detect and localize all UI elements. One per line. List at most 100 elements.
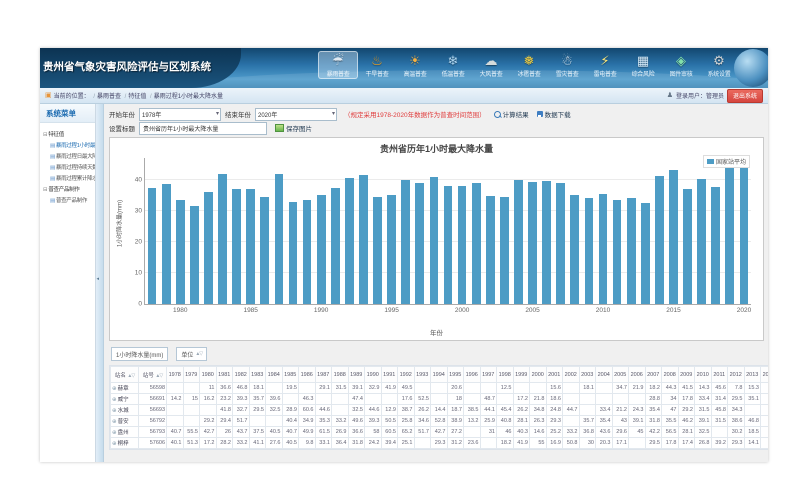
logout-button[interactable]: 退出系统 bbox=[727, 89, 763, 103]
chart-title-input[interactable]: 贵州省历年1小时最大降水量 bbox=[139, 122, 267, 135]
sort-arrows-icon[interactable]: ▲▽ bbox=[155, 373, 162, 379]
year-column-header[interactable]: 1978 bbox=[167, 367, 184, 383]
toolbar-item-composite-risk[interactable]: ▦综合风险 bbox=[624, 51, 662, 79]
sidebar-collapse-handle[interactable]: ◂ bbox=[96, 104, 104, 462]
year-column-header[interactable]: 2013 bbox=[744, 367, 761, 383]
toolbar-item-map-review[interactable]: ◈图件审核 bbox=[662, 51, 700, 79]
save-image-button[interactable]: 保存图片 bbox=[275, 123, 312, 133]
breadcrumb-crumb[interactable]: 暴雨过程1小时最大降水量 bbox=[154, 94, 223, 100]
download-data-button[interactable]: 数据下载 bbox=[537, 109, 571, 119]
year-column-header[interactable]: 2004 bbox=[596, 367, 613, 383]
year-column-header[interactable]: 1983 bbox=[249, 367, 266, 383]
year-column-header[interactable]: 1982 bbox=[233, 367, 250, 383]
bar-1998 bbox=[430, 177, 439, 304]
year-column-header[interactable]: 2003 bbox=[579, 367, 596, 383]
toolbar-item-hail[interactable]: ❅冰雹普查 bbox=[510, 51, 548, 79]
year-column-header[interactable]: 2006 bbox=[629, 367, 646, 383]
toolbar-item-low-temp[interactable]: ❄低温普查 bbox=[434, 51, 472, 79]
row-expand-icon[interactable]: ⊕ bbox=[112, 430, 117, 436]
row-expand-icon[interactable]: ⊕ bbox=[112, 408, 117, 414]
value-cell bbox=[183, 416, 200, 427]
sidebar-item[interactable]: ▤暴雨过程持续天数 bbox=[43, 163, 95, 171]
sidebar-item[interactable]: ▤普查产品制作 bbox=[43, 196, 95, 204]
unit-filter[interactable]: 单位▲▽ bbox=[176, 347, 207, 361]
tree-group-label: 特征值 bbox=[48, 132, 64, 138]
toolbar-item-label: 低温普查 bbox=[442, 69, 465, 78]
year-column-header[interactable]: 1992 bbox=[398, 367, 415, 383]
value-cell: 21.2 bbox=[612, 405, 629, 416]
year-column-header[interactable]: 2002 bbox=[563, 367, 580, 383]
disk-icon bbox=[537, 111, 543, 117]
tree-group[interactable]: ⊟普查产品制作 bbox=[43, 185, 95, 193]
row-expand-icon[interactable]: ⊕ bbox=[112, 397, 117, 403]
toolbar-item-high-temp[interactable]: ☀高温普查 bbox=[396, 51, 434, 79]
year-column-header[interactable]: 2001 bbox=[546, 367, 563, 383]
year-column-header[interactable]: 1987 bbox=[315, 367, 332, 383]
value-cell: 61.5 bbox=[315, 427, 332, 438]
year-column-header[interactable]: 1995 bbox=[447, 367, 464, 383]
year-column-header[interactable]: 1989 bbox=[348, 367, 365, 383]
toolbar-item-snow[interactable]: ☃雪灾普查 bbox=[548, 51, 586, 79]
year-column-header[interactable]: 1996 bbox=[464, 367, 481, 383]
year-column-header[interactable]: 1999 bbox=[513, 367, 530, 383]
sort-arrows-icon[interactable]: ▲▽ bbox=[127, 373, 134, 379]
year-column-header[interactable]: 1990 bbox=[365, 367, 382, 383]
year-column-header[interactable]: 1985 bbox=[282, 367, 299, 383]
bar-1978 bbox=[148, 188, 157, 304]
map-review-icon: ◈ bbox=[676, 53, 686, 68]
bar-1997 bbox=[415, 183, 424, 304]
year-column-header[interactable]: 1980 bbox=[200, 367, 217, 383]
year-column-header[interactable]: 2005 bbox=[612, 367, 629, 383]
toolbar-item-drought[interactable]: ♨干旱普查 bbox=[358, 51, 396, 79]
row-expand-icon[interactable]: ⊕ bbox=[112, 441, 117, 447]
end-year-select[interactable]: 2020年▾ bbox=[255, 108, 337, 121]
tree-expand-icon[interactable]: ⊟ bbox=[43, 187, 47, 193]
value-cell: 14.3 bbox=[695, 383, 712, 394]
row-expand-icon[interactable]: ⊕ bbox=[112, 386, 117, 392]
year-column-header[interactable]: 2012 bbox=[728, 367, 745, 383]
toolbar-item-settings[interactable]: ⚙系统设置 bbox=[700, 51, 738, 79]
year-column-header[interactable]: 1998 bbox=[497, 367, 514, 383]
x-tick-label: 2020 bbox=[737, 307, 751, 314]
tree-group[interactable]: ⊟特征值 bbox=[43, 130, 95, 138]
toolbar-item-wind[interactable]: ☁大风普查 bbox=[472, 51, 510, 79]
chart-legend[interactable]: 国家站平均 bbox=[703, 155, 750, 168]
bar-1993 bbox=[359, 175, 368, 304]
year-column-header[interactable]: 2008 bbox=[662, 367, 679, 383]
calculate-button[interactable]: 计算结果 bbox=[494, 109, 529, 119]
year-column-header[interactable]: 1988 bbox=[332, 367, 349, 383]
toolbar-item-rainstorm[interactable]: ☔暴雨普查 bbox=[318, 51, 358, 79]
year-column-header[interactable]: 1981 bbox=[216, 367, 233, 383]
year-column-header[interactable]: 1993 bbox=[414, 367, 431, 383]
year-column-header[interactable]: 2010 bbox=[695, 367, 712, 383]
year-column-header[interactable]: 2000 bbox=[530, 367, 547, 383]
value-cell: 17.8 bbox=[662, 438, 679, 449]
year-column-header[interactable]: 1984 bbox=[266, 367, 283, 383]
metric-filter[interactable]: 1小时降水量(mm) bbox=[111, 347, 168, 361]
value-cell: 45.4 bbox=[497, 405, 514, 416]
year-column-header[interactable]: 1986 bbox=[299, 367, 316, 383]
sidebar-item[interactable]: ▤暴雨过程累计降水量 bbox=[43, 174, 95, 182]
toolbar-item-lightning[interactable]: ⚡雷电普查 bbox=[586, 51, 624, 79]
station-id-column-header[interactable]: 站号 ▲▽ bbox=[139, 367, 167, 383]
year-column-header[interactable]: 2011 bbox=[711, 367, 728, 383]
year-column-header[interactable]: 1994 bbox=[431, 367, 448, 383]
breadcrumb-crumb[interactable]: 特征值 bbox=[128, 94, 146, 100]
year-column-header[interactable]: 2014 bbox=[761, 367, 769, 383]
year-column-header[interactable]: 1997 bbox=[480, 367, 497, 383]
year-column-header[interactable]: 2007 bbox=[645, 367, 662, 383]
tree-expand-icon[interactable]: ⊟ bbox=[43, 132, 47, 138]
year-column-header[interactable]: 2009 bbox=[678, 367, 695, 383]
x-axis-label: 年份 bbox=[110, 327, 763, 337]
year-column-header[interactable]: 1979 bbox=[183, 367, 200, 383]
sidebar-item[interactable]: ▤暴雨过程1小时最大降水量 bbox=[43, 141, 95, 149]
year-column-header[interactable]: 1991 bbox=[381, 367, 398, 383]
start-year-select[interactable]: 1978年▾ bbox=[139, 108, 221, 121]
bar-1994 bbox=[373, 197, 382, 304]
breadcrumb-crumb[interactable]: 暴雨普查 bbox=[97, 94, 121, 100]
bar-1992 bbox=[345, 178, 354, 304]
value-cell: 35.4 bbox=[645, 405, 662, 416]
station-column-header[interactable]: 站名 ▲▽ bbox=[111, 367, 139, 383]
sidebar-item[interactable]: ▤暴雨过程日最大降水量 bbox=[43, 152, 95, 160]
row-expand-icon[interactable]: ⊕ bbox=[112, 419, 117, 425]
